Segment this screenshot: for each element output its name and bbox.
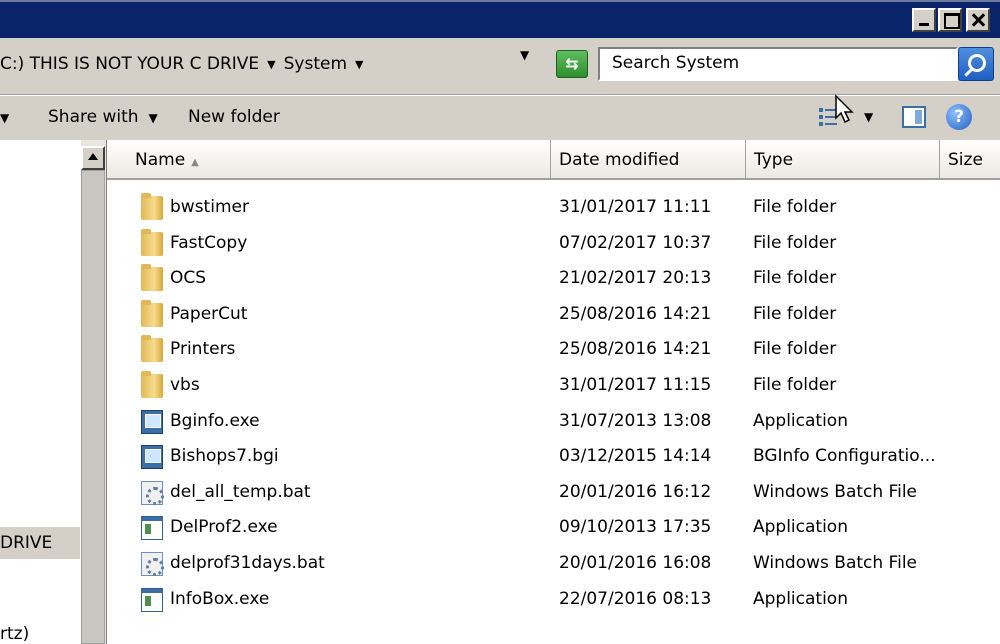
table-row[interactable]: FastCopy 07/02/2017 10:37 File folder <box>107 227 1000 262</box>
file-date-modified: 09/10/2013 17:35 <box>559 517 712 538</box>
folder-icon <box>141 299 163 327</box>
table-row[interactable]: DelProf2.exe 09/10/2013 17:35 Application <box>107 511 1000 546</box>
file-date-modified: 25/08/2016 14:21 <box>559 303 712 324</box>
file-name: PaperCut <box>170 303 248 324</box>
scroll-up-button[interactable] <box>81 146 105 170</box>
file-type: Application <box>753 410 848 431</box>
nav-item[interactable]: rtz) <box>0 624 29 644</box>
refresh-button[interactable]: ⇆ <box>556 50 588 78</box>
table-row[interactable]: Bishops7.bgi 03/12/2015 14:14 BGInfo Confi… <box>107 440 1000 475</box>
column-header-name[interactable]: Name ▲ <box>107 140 551 180</box>
bginfo-icon <box>141 445 163 470</box>
table-row[interactable]: Printers 25/08/2016 14:21 File folder <box>107 333 1000 368</box>
chevron-down-icon[interactable]: ▼ <box>267 58 275 71</box>
chevron-down-icon[interactable]: ▼ <box>355 58 363 71</box>
navigation-pane: DRIVE rtz) <box>0 140 80 644</box>
exe-icon <box>141 516 163 541</box>
file-type: File folder <box>753 303 837 324</box>
column-header-type[interactable]: Type <box>746 140 940 180</box>
table-row[interactable]: InfoBox.exe 22/07/2016 08:13 Application <box>107 583 1000 618</box>
address-bar: C:) THIS IS NOT YOUR C DRIVE ▼ System ▼ … <box>0 38 1000 94</box>
preview-pane-icon[interactable] <box>902 106 926 128</box>
file-date-modified: 03/12/2015 14:14 <box>559 446 712 467</box>
file-name: del_all_temp.bat <box>170 481 311 502</box>
batch-icon <box>141 480 164 505</box>
column-header-size[interactable]: Size <box>940 140 1000 180</box>
file-date-modified: 07/02/2017 10:37 <box>559 232 712 253</box>
exe-icon <box>141 587 163 612</box>
table-row[interactable]: PaperCut 25/08/2016 14:21 File folder <box>107 298 1000 333</box>
file-name: FastCopy <box>170 232 248 253</box>
table-row[interactable]: bwstimer 31/01/2017 11:11 File folder <box>107 191 1000 226</box>
bginfo-icon <box>141 409 163 434</box>
chevron-down-icon: ▼ <box>148 111 158 125</box>
scroll-track[interactable] <box>81 170 105 644</box>
nav-item-selected[interactable]: DRIVE <box>0 527 80 559</box>
breadcrumb-drive[interactable]: C:) THIS IS NOT YOUR C DRIVE ▼ <box>0 54 284 74</box>
file-name: InfoBox.exe <box>170 588 270 609</box>
table-row[interactable]: Bginfo.exe 31/07/2013 13:08 Application <box>107 405 1000 440</box>
organize-dropdown-arrow[interactable]: ▼ <box>0 107 9 127</box>
folder-icon <box>141 335 163 363</box>
table-row[interactable]: del_all_temp.bat 20/01/2016 16:12 Windows … <box>107 476 1000 511</box>
file-date-modified: 25/08/2016 14:21 <box>559 339 712 360</box>
file-type: Application <box>753 588 848 609</box>
folder-icon <box>141 371 163 398</box>
file-date-modified: 20/01/2016 16:08 <box>559 553 712 573</box>
file-date-modified: 31/07/2013 13:08 <box>559 410 712 431</box>
file-name: bwstimer <box>170 197 249 217</box>
address-history-dropdown[interactable]: ▼ <box>520 48 529 62</box>
minimize-button[interactable] <box>912 8 936 32</box>
file-type: File folder <box>753 232 837 253</box>
file-type: BGInfo Configuratio... <box>753 446 936 467</box>
file-name: Bginfo.exe <box>170 410 260 431</box>
file-name: Printers <box>170 339 236 360</box>
folder-icon <box>141 228 163 256</box>
view-dropdown-arrow[interactable]: ▼ <box>864 110 873 124</box>
breadcrumb-system[interactable]: System ▼ <box>284 54 372 74</box>
file-type: Windows Batch File <box>753 481 918 502</box>
file-date-modified: 22/07/2016 08:13 <box>559 588 712 609</box>
file-name: delprof31days.bat <box>170 553 325 573</box>
sort-ascending-icon: ▲ <box>191 157 199 168</box>
column-header-date-modified[interactable]: Date modified <box>551 140 746 180</box>
file-type: Application <box>753 517 848 538</box>
folder-icon <box>141 264 163 292</box>
file-type: File folder <box>753 375 837 395</box>
search-input[interactable]: Search System <box>598 47 958 81</box>
file-date-modified: 21/02/2017 20:13 <box>559 268 712 289</box>
file-name: OCS <box>170 268 207 289</box>
mouse-cursor-icon <box>835 94 854 124</box>
file-date-modified: 31/01/2017 11:15 <box>559 375 712 395</box>
close-button[interactable] <box>966 8 990 32</box>
file-type: File folder <box>753 268 837 289</box>
table-row[interactable]: delprof31days.bat 20/01/2016 16:08 Windows… <box>107 547 1000 582</box>
file-type: File folder <box>753 197 837 217</box>
file-type: File folder <box>753 339 837 360</box>
file-name: Bishops7.bgi <box>170 446 279 467</box>
file-list: Name ▲ Date modified Type Size bwstimer 31… <box>106 140 1000 644</box>
search-button[interactable] <box>958 47 994 81</box>
column-headers: Name ▲ Date modified Type Size <box>107 140 1000 180</box>
new-folder-button[interactable]: New folder <box>188 107 280 127</box>
window-controls <box>912 8 990 32</box>
share-with-button[interactable]: Share with ▼ <box>48 107 158 127</box>
breadcrumb[interactable]: C:) THIS IS NOT YOUR C DRIVE ▼ System ▼ <box>0 46 550 82</box>
maximize-button[interactable] <box>938 8 962 32</box>
title-bar <box>0 0 1000 38</box>
file-date-modified: 31/01/2017 11:11 <box>559 197 712 217</box>
help-icon[interactable]: ? <box>946 104 972 130</box>
folder-icon <box>141 193 163 220</box>
file-name: DelProf2.exe <box>170 517 278 538</box>
file-date-modified: 20/01/2016 16:12 <box>559 481 712 502</box>
batch-icon <box>141 552 164 576</box>
table-row[interactable]: vbs 31/01/2017 11:15 File folder <box>107 369 1000 404</box>
navigation-scrollbar[interactable] <box>80 140 106 644</box>
table-row[interactable]: OCS 21/02/2017 20:13 File folder <box>107 262 1000 297</box>
file-type: Windows Batch File <box>753 553 918 573</box>
refresh-icon: ⇆ <box>565 54 579 73</box>
file-name: vbs <box>170 375 200 395</box>
